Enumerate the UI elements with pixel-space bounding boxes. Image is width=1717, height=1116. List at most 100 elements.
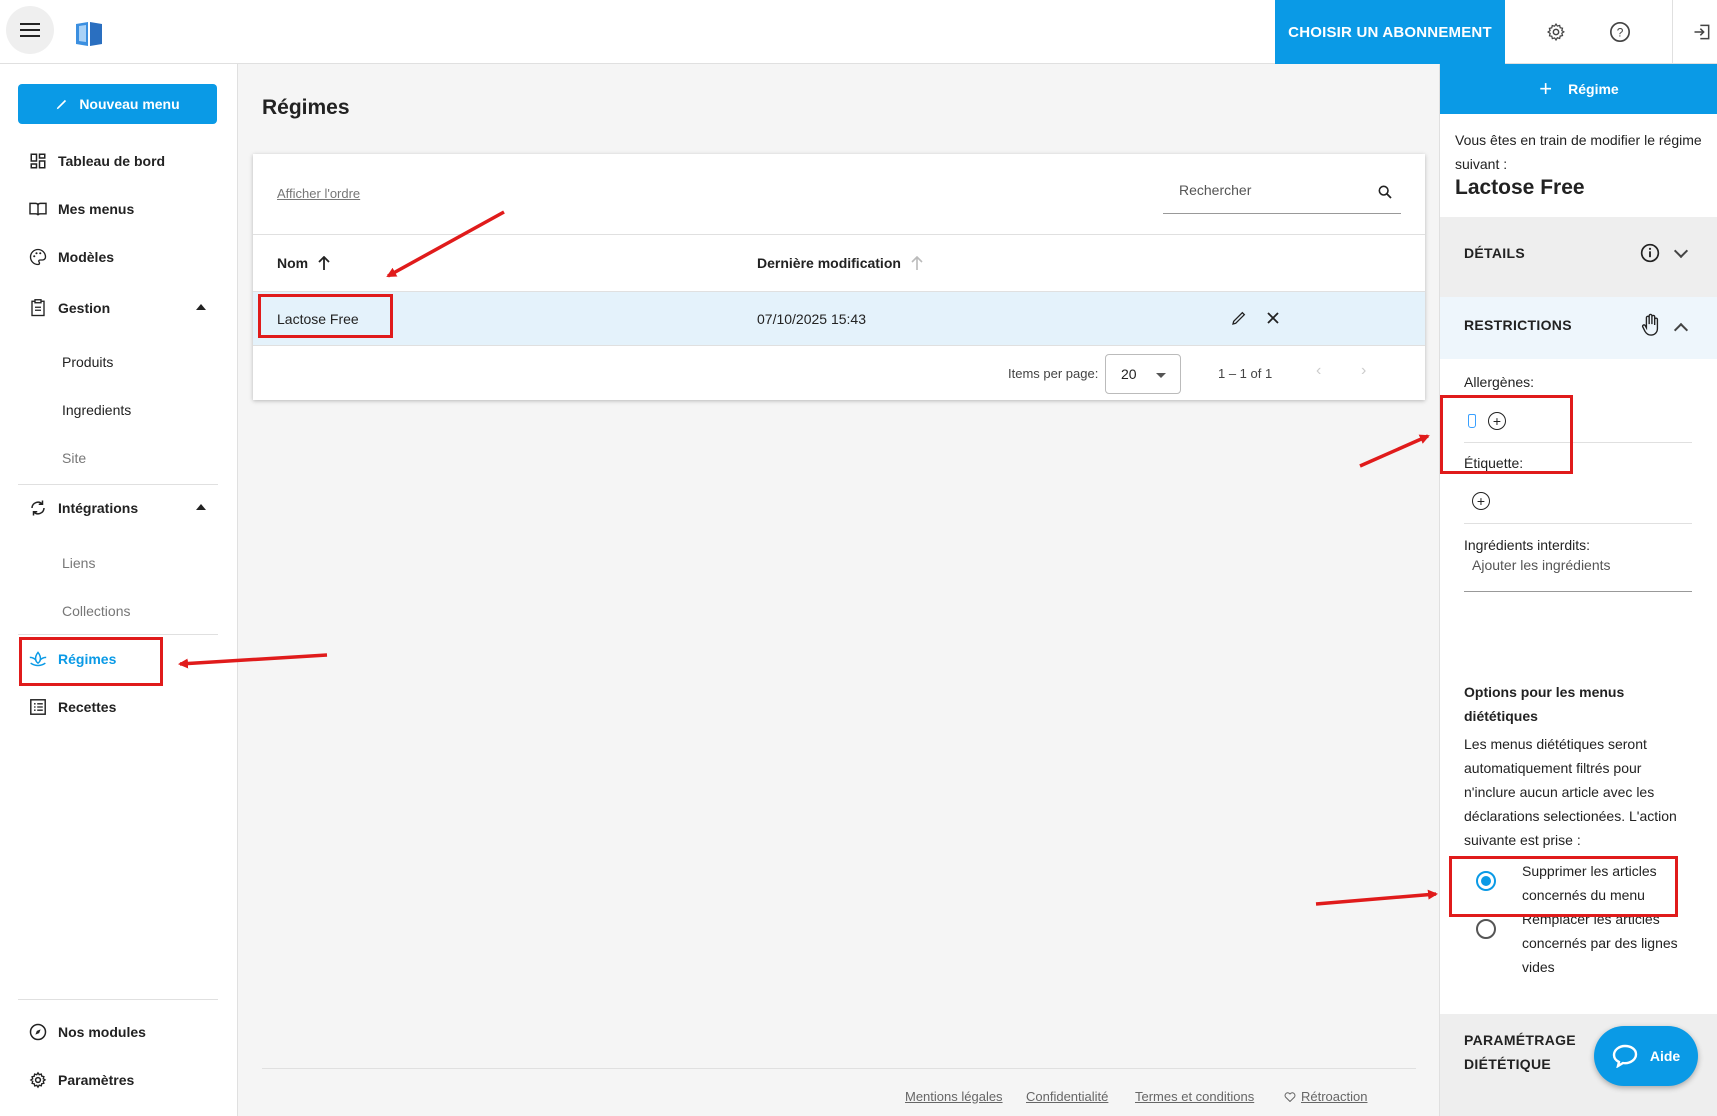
- sidebar-item-templates[interactable]: Modèles: [18, 237, 218, 277]
- add-allergen-icon[interactable]: +: [1488, 412, 1506, 430]
- heart-icon: [1284, 1092, 1296, 1102]
- chevron-down-icon[interactable]: [1673, 243, 1689, 259]
- compass-icon: [18, 1023, 58, 1041]
- radio-remove-items[interactable]: [1476, 871, 1496, 891]
- sidebar-item-label: Recettes: [58, 699, 117, 715]
- main-content: Régimes Afficher l'ordre Nom Dernière mo…: [238, 64, 1439, 1116]
- option-remove-items[interactable]: Supprimer les articles concernés du menu: [1476, 859, 1706, 907]
- show-order-link[interactable]: Afficher l'ordre: [277, 186, 360, 201]
- table-row[interactable]: Lactose Free 07/10/2025 15:43: [253, 292, 1425, 346]
- top-bar: CHOISIR UN ABONNEMENT ?: [0, 0, 1717, 64]
- sidebar-item-collections[interactable]: Collections: [62, 603, 130, 619]
- dropdown-arrow-icon: [1156, 373, 1166, 378]
- tag-label: Étiquette:: [1464, 455, 1524, 471]
- subscribe-button[interactable]: CHOISIR UN ABONNEMENT: [1275, 0, 1505, 64]
- column-header-modified[interactable]: Dernière modification: [757, 255, 923, 271]
- chevron-up-icon: [196, 504, 206, 510]
- help-chat-button[interactable]: Aide: [1594, 1026, 1698, 1086]
- help-icon[interactable]: ?: [1604, 16, 1636, 48]
- sidebar-item-products[interactable]: Produits: [62, 354, 113, 370]
- topbar-divider: [1672, 0, 1673, 64]
- lotus-icon: [18, 650, 58, 668]
- sidebar-item-label: Paramètres: [58, 1072, 135, 1088]
- sidebar-item-label: Régimes: [58, 651, 117, 667]
- list-icon: [18, 699, 58, 715]
- add-diet-button[interactable]: + Régime: [1440, 64, 1717, 114]
- restrictions-label: RESTRICTIONS: [1464, 317, 1572, 333]
- logo-book-icon[interactable]: [74, 20, 104, 48]
- option-replace-items[interactable]: Remplacer les articles concernés par des…: [1476, 907, 1706, 979]
- column-header-label: Dernière modification: [757, 255, 901, 271]
- previous-page-icon[interactable]: ‹: [1316, 362, 1321, 380]
- next-page-icon[interactable]: ›: [1361, 362, 1366, 380]
- sidebar-item-ingredients[interactable]: Ingredients: [62, 402, 131, 418]
- paginator: Items per page: 20 1 – 1 of 1 ‹ ›: [253, 346, 1425, 400]
- sidebar-item-label: Intégrations: [58, 500, 139, 516]
- sidebar-item-label: Gestion: [58, 300, 111, 316]
- diets-table-card: Afficher l'ordre Nom Dernière modificati…: [253, 154, 1425, 400]
- logout-icon[interactable]: [1686, 16, 1717, 48]
- row-name: Lactose Free: [277, 311, 359, 327]
- sidebar-item-label: Modèles: [58, 249, 115, 265]
- sidebar-item-label: Mes menus: [58, 201, 135, 217]
- sidebar-divider: [18, 484, 218, 485]
- option-remove-label: Supprimer les articles concernés du menu: [1522, 863, 1657, 903]
- diet-name: Lactose Free: [1455, 176, 1585, 199]
- restrictions-section-header[interactable]: RESTRICTIONS: [1440, 297, 1717, 359]
- edit-diet-panel: + Régime Vous êtes en train de modifier …: [1439, 64, 1717, 1116]
- add-ingredients-input[interactable]: Ajouter les ingrédients: [1464, 550, 1692, 592]
- legal-link[interactable]: Mentions légales: [905, 1089, 1003, 1104]
- settings-icon[interactable]: [1540, 16, 1572, 48]
- items-per-page-label: Items per page:: [1008, 366, 1099, 381]
- details-label: DÉTAILS: [1464, 245, 1525, 261]
- page-range: 1 – 1 of 1: [1218, 366, 1273, 381]
- pencil-icon: [57, 99, 67, 110]
- table-header: Nom Dernière modification: [253, 234, 1425, 292]
- add-tag-icon[interactable]: +: [1472, 492, 1490, 510]
- diet-options-description: Les menus diététiques seront automatique…: [1464, 736, 1677, 848]
- sidebar-item-links[interactable]: Liens: [62, 555, 95, 571]
- sidebar-item-modules[interactable]: Nos modules: [18, 1012, 218, 1052]
- sidebar-item-management[interactable]: Gestion: [18, 288, 218, 328]
- sidebar-item-settings[interactable]: Paramètres: [18, 1060, 218, 1100]
- edit-intro-text: Vous êtes en train de modifier le régime…: [1455, 132, 1702, 172]
- info-icon[interactable]: [1640, 243, 1660, 263]
- radio-replace-items[interactable]: [1476, 919, 1496, 939]
- privacy-link[interactable]: Confidentialité: [1026, 1089, 1108, 1104]
- diet-options-title: Options pour les menus diététiques: [1464, 684, 1625, 724]
- search-icon[interactable]: [1377, 184, 1393, 205]
- menu-icon[interactable]: [6, 6, 54, 54]
- field-divider: [1464, 523, 1692, 524]
- sync-icon: [18, 499, 58, 517]
- sidebar-divider: [18, 634, 218, 635]
- search-field[interactable]: [1163, 174, 1401, 214]
- new-menu-button[interactable]: Nouveau menu: [18, 84, 217, 124]
- search-input[interactable]: [1179, 182, 1359, 198]
- column-header-name[interactable]: Nom: [277, 255, 330, 271]
- sidebar-item-dashboard[interactable]: Tableau de bord: [18, 141, 218, 181]
- delete-close-icon[interactable]: [1261, 306, 1285, 330]
- diet-settings-label: PARAMÉTRAGE DIÉTÉTIQUE: [1464, 1032, 1576, 1072]
- milk-bottle-icon[interactable]: [1468, 414, 1476, 428]
- feedback-link[interactable]: Rétroaction: [1284, 1089, 1367, 1104]
- sidebar-item-diets[interactable]: Régimes: [18, 639, 218, 679]
- new-menu-label: Nouveau menu: [79, 96, 180, 112]
- details-section-header[interactable]: DÉTAILS: [1440, 217, 1717, 297]
- edit-pencil-icon[interactable]: [1227, 306, 1251, 330]
- sort-arrow-up-icon: [911, 256, 923, 270]
- terms-link[interactable]: Termes et conditions: [1135, 1089, 1254, 1104]
- chevron-up-icon[interactable]: [1673, 322, 1689, 338]
- sidebar-item-integrations[interactable]: Intégrations: [18, 488, 218, 528]
- page-size-value: 20: [1121, 366, 1137, 382]
- sidebar-item-site[interactable]: Site: [62, 450, 86, 466]
- column-header-label: Nom: [277, 255, 309, 271]
- chevron-up-icon: [196, 304, 206, 310]
- panel-header-label: Régime: [1568, 81, 1619, 97]
- sort-arrow-up-icon: [318, 256, 330, 270]
- feedback-label: Rétroaction: [1301, 1089, 1368, 1104]
- sidebar-item-my-menus[interactable]: Mes menus: [18, 189, 218, 229]
- option-replace-label: Remplacer les articles concernés par des…: [1522, 911, 1678, 975]
- page-size-select[interactable]: 20: [1105, 354, 1181, 394]
- field-divider: [1464, 442, 1692, 443]
- sidebar-item-recipes[interactable]: Recettes: [18, 687, 218, 727]
